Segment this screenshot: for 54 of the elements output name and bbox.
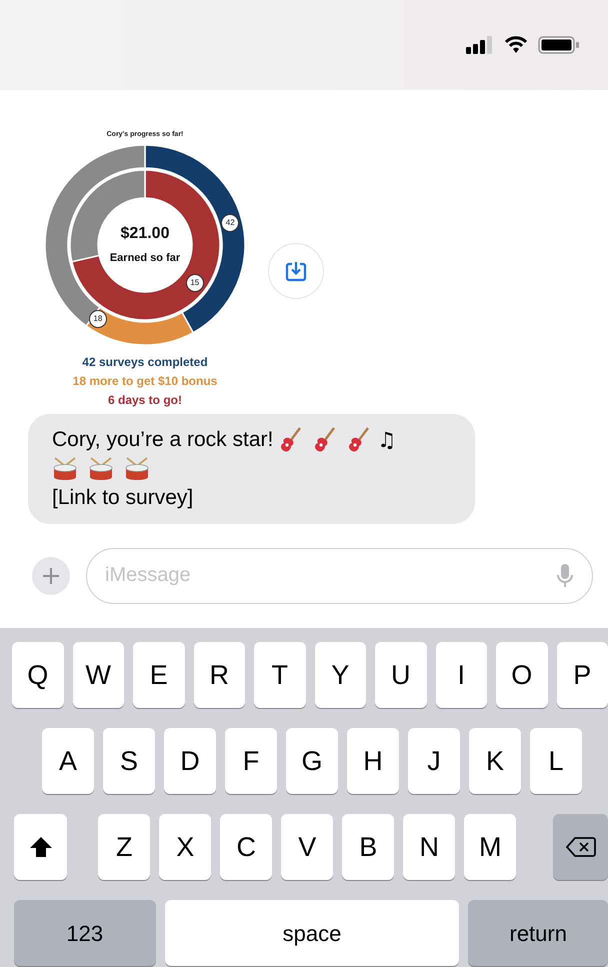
letter-key[interactable]: Q [12,642,64,708]
survey-link[interactable]: [Link to survey] [52,484,451,512]
letter-key[interactable]: N [403,814,456,880]
space-key[interactable]: space [164,900,460,966]
download-icon [285,260,307,282]
letter-key[interactable]: T [254,642,306,708]
signal-icon [466,36,494,54]
progress-caption: 18 more to get $10 bonus [72,372,218,390]
drum-icon [124,456,150,482]
battery-icon [538,35,580,55]
earned-amount: $21.00 [120,224,170,244]
wifi-icon [504,36,528,54]
progress-caption: 6 days to go! [108,392,182,408]
letter-key[interactable]: M [464,814,516,880]
letter-key[interactable]: C [220,814,272,880]
letter-key[interactable]: D [164,728,216,794]
letter-key[interactable]: P [556,642,608,708]
delete-key[interactable] [553,814,608,880]
drum-icon [52,456,78,482]
letter-key[interactable]: Y [314,642,366,708]
letter-key[interactable]: O [496,642,548,708]
guitar-icon [347,426,372,452]
guitar-icon [313,426,338,452]
letter-key[interactable]: F [225,728,277,794]
plus-icon [42,566,60,584]
letter-key[interactable]: W [72,642,124,708]
drum-icon [88,456,114,482]
letter-key[interactable]: L [530,728,582,794]
letter-key[interactable]: S [103,728,155,794]
letter-key[interactable]: E [133,642,184,708]
return-key[interactable]: return [468,900,608,966]
guitar-icon [279,426,304,452]
letter-key[interactable]: B [342,814,394,880]
letter-key[interactable]: A [42,728,94,794]
letter-key[interactable]: U [375,642,426,708]
message-field[interactable]: iMessage [86,548,593,604]
delete-icon [566,836,596,858]
letter-key[interactable]: Z [98,814,150,880]
numbers-key[interactable]: 123 [14,900,156,966]
letter-key[interactable]: J [408,728,460,794]
letter-key[interactable]: X [159,814,212,880]
progress-caption: 42 surveys completed [82,354,208,370]
letter-key[interactable]: I [436,642,487,708]
letter-key[interactable]: V [281,814,334,880]
letter-key[interactable]: R [194,642,245,708]
letter-key[interactable]: K [469,728,521,794]
message-text: Cory, you’re a rock star! [52,426,274,452]
letter-key[interactable]: H [347,728,399,794]
earned-label: Earned so far [110,251,180,266]
add-button[interactable] [32,556,70,594]
shift-key[interactable] [14,814,68,880]
letter-key[interactable]: G [286,728,338,794]
shift-icon [28,836,53,858]
music-notes: ♫ [377,426,396,454]
